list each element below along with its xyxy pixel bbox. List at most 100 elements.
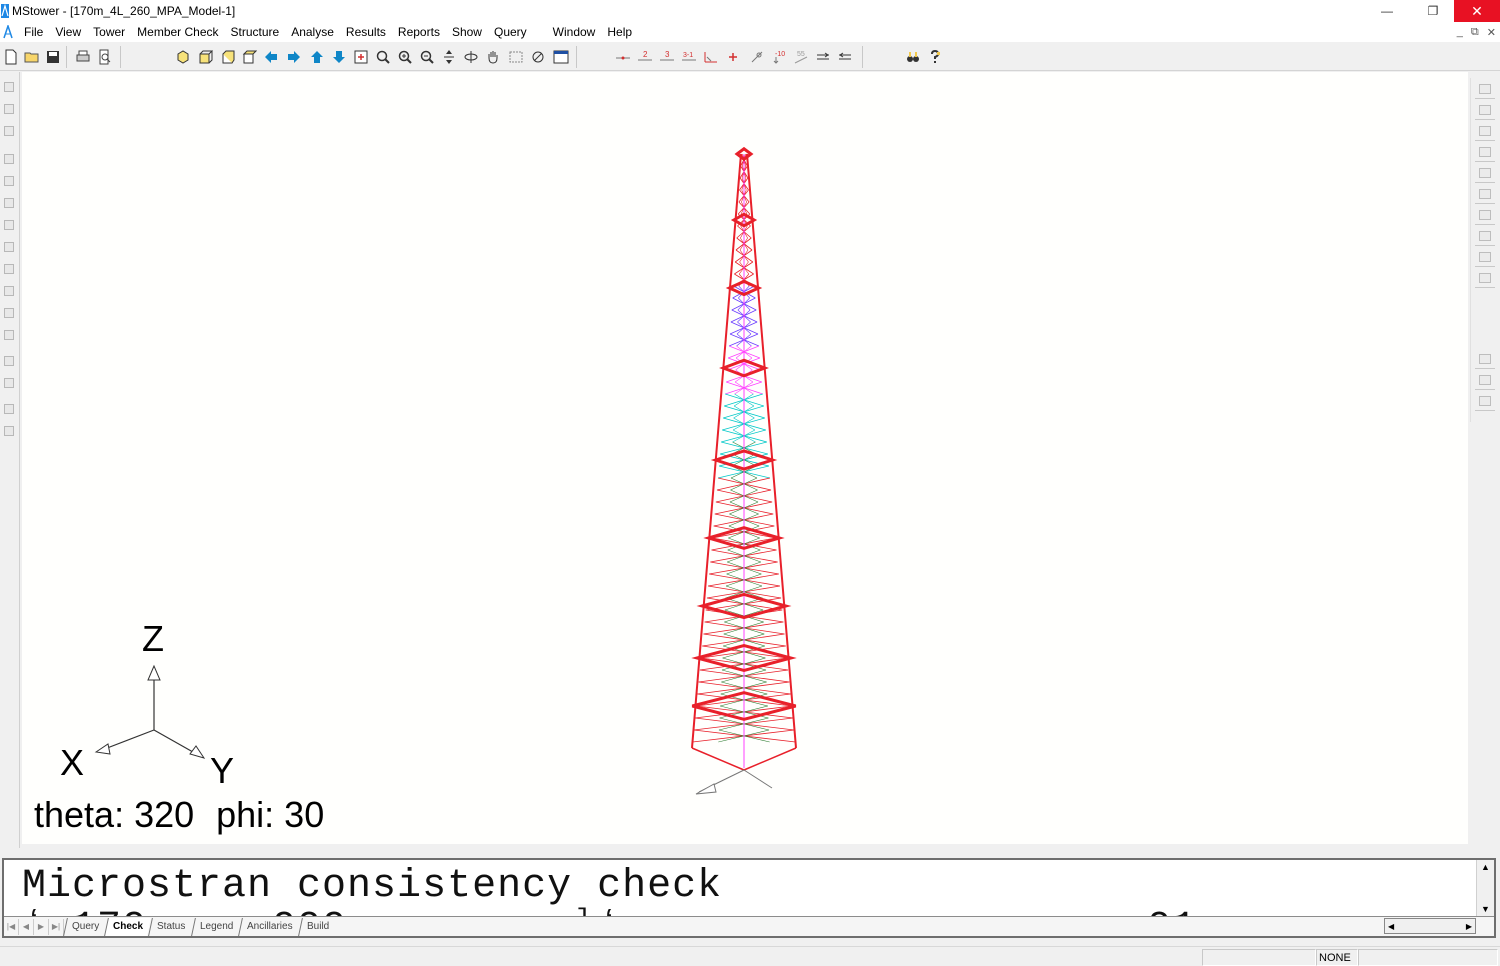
left-tool-15[interactable] [1, 400, 17, 418]
menu-show[interactable]: Show [446, 22, 488, 42]
menu-structure[interactable]: Structure [225, 22, 286, 42]
tab-ancillaries[interactable]: Ancillaries [238, 917, 301, 936]
left-tool-10[interactable] [1, 282, 17, 300]
left-tool-6[interactable] [1, 194, 17, 212]
menu-help[interactable]: Help [601, 22, 638, 42]
node-numbers-button[interactable]: 2 [634, 46, 655, 67]
clear-selection-button[interactable] [527, 46, 548, 67]
right-tool-stretch[interactable] [1475, 248, 1495, 267]
tab-first-button[interactable]: |◀ [4, 918, 19, 935]
menu-member-check[interactable]: Member Check [131, 22, 224, 42]
right-tool-copy[interactable] [1475, 122, 1495, 141]
left-tool-16[interactable] [1, 422, 17, 440]
menu-window[interactable]: Window [547, 22, 602, 42]
tab-check[interactable]: Check [104, 917, 152, 936]
menu-view[interactable]: View [49, 22, 87, 42]
find-button[interactable] [902, 46, 923, 67]
model-viewport[interactable]: Z X Y theta: 320 phi: 30 [22, 72, 1468, 844]
fit-button[interactable] [438, 46, 459, 67]
view-top-button[interactable] [238, 46, 259, 67]
right-tool-mirror[interactable] [1475, 164, 1495, 183]
orbit-button[interactable] [460, 46, 481, 67]
right-tool-merge[interactable] [1475, 371, 1495, 390]
member-load-button[interactable] [834, 46, 855, 67]
left-tool-4[interactable] [1, 150, 17, 168]
zoom-extents-button[interactable] [350, 46, 371, 67]
zoom-out-button[interactable] [416, 46, 437, 67]
member-axes-button[interactable] [700, 46, 721, 67]
close-button[interactable]: ✕ [1454, 0, 1500, 22]
left-tool-14[interactable] [1, 374, 17, 392]
member-ends-button[interactable]: 3-1 [678, 46, 699, 67]
view-iso-button[interactable] [172, 46, 193, 67]
left-tool-8[interactable] [1, 238, 17, 256]
hscroll-right-arrow[interactable]: ▶ [1466, 922, 1472, 931]
load-values-button[interactable]: 55 [790, 46, 811, 67]
right-tool-eraser[interactable] [1475, 101, 1495, 120]
save-button[interactable] [42, 46, 63, 67]
tab-legend[interactable]: Legend [190, 917, 241, 936]
print-preview-button[interactable] [94, 46, 115, 67]
scroll-up-arrow[interactable]: ▲ [1481, 862, 1490, 872]
show-nodes-button[interactable] [612, 46, 633, 67]
menu-results[interactable]: Results [340, 22, 392, 42]
help-button[interactable] [924, 46, 945, 67]
right-tool-pencil[interactable] [1475, 80, 1495, 99]
left-tool-3[interactable] [1, 122, 17, 140]
right-tool-rotate[interactable] [1475, 206, 1495, 225]
member-numbers-button[interactable]: 3 [656, 46, 677, 67]
tab-prev-button[interactable]: ◀ [19, 918, 34, 935]
scroll-down-arrow[interactable]: ▼ [1481, 904, 1490, 914]
view-front-button[interactable] [194, 46, 215, 67]
rotate-left-button[interactable] [260, 46, 281, 67]
output-vertical-scrollbar[interactable]: ▲ ▼ [1476, 860, 1494, 916]
right-tool-renumber[interactable] [1475, 350, 1495, 369]
mdi-restore-button[interactable]: ⧉ [1471, 26, 1479, 39]
open-file-button[interactable] [21, 46, 42, 67]
rotate-down-button[interactable] [328, 46, 349, 67]
left-tool-12[interactable] [1, 326, 17, 344]
left-tool-9[interactable] [1, 260, 17, 278]
right-tool-divide[interactable] [1475, 185, 1495, 204]
rotate-right-button[interactable] [283, 46, 304, 67]
left-tool-1[interactable] [1, 78, 17, 96]
select-window-button[interactable] [505, 46, 526, 67]
zoom-window-button[interactable] [372, 46, 393, 67]
tab-last-button[interactable]: ▶| [49, 918, 64, 935]
tab-build[interactable]: Build [297, 917, 337, 936]
menu-tower[interactable]: Tower [87, 22, 131, 42]
restraints-button[interactable] [722, 46, 743, 67]
tab-query[interactable]: Query [63, 917, 108, 936]
view-side-button[interactable] [216, 46, 237, 67]
document-icon[interactable] [2, 25, 14, 39]
loads-button[interactable]: -10 [768, 46, 789, 67]
menu-reports[interactable]: Reports [392, 22, 446, 42]
new-file-button[interactable] [0, 46, 21, 67]
menu-query[interactable]: Query [488, 22, 533, 42]
zoom-in-button[interactable] [394, 46, 415, 67]
mdi-minimize-button[interactable]: _ [1457, 26, 1463, 38]
left-tool-5[interactable] [1, 172, 17, 190]
menu-file[interactable]: File [18, 22, 49, 42]
pan-button[interactable] [482, 46, 503, 67]
rotate-up-button[interactable] [306, 46, 327, 67]
output-horizontal-scrollbar[interactable]: ◀ ▶ [1384, 918, 1476, 934]
distributed-load-button[interactable] [812, 46, 833, 67]
tab-next-button[interactable]: ▶ [34, 918, 49, 935]
tab-status[interactable]: Status [148, 917, 194, 936]
left-tool-2[interactable] [1, 100, 17, 118]
restore-button[interactable]: ❐ [1410, 0, 1456, 22]
window-view-button[interactable] [550, 46, 571, 67]
tower-model[interactable] [662, 138, 832, 798]
mdi-close-button[interactable]: ✕ [1487, 26, 1496, 39]
left-tool-13[interactable] [1, 352, 17, 370]
left-tool-7[interactable] [1, 216, 17, 234]
print-button[interactable] [72, 46, 93, 67]
right-tool-grid[interactable] [1475, 227, 1495, 246]
hscroll-left-arrow[interactable]: ◀ [1388, 922, 1394, 931]
menu-analyse[interactable]: Analyse [285, 22, 340, 42]
right-tool-paste[interactable] [1475, 143, 1495, 162]
left-tool-11[interactable] [1, 304, 17, 322]
releases-button[interactable] [746, 46, 767, 67]
right-tool-intersect[interactable] [1475, 269, 1495, 288]
